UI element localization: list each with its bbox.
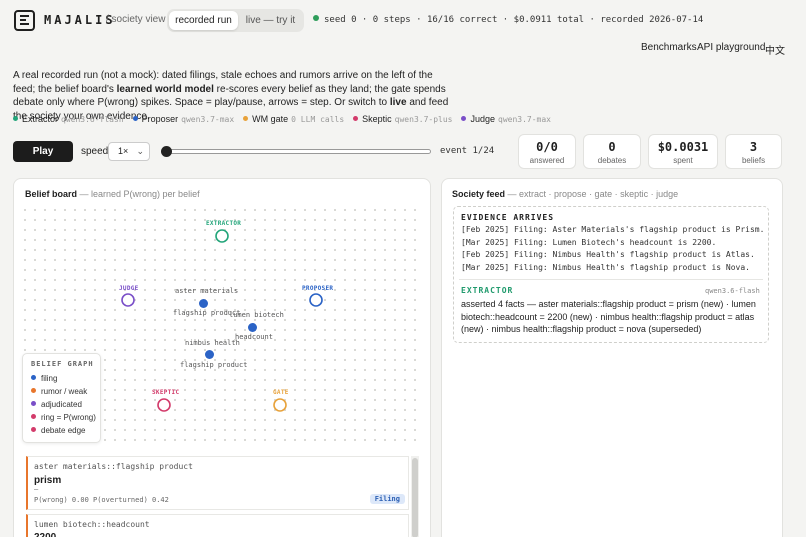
evidence-line: [Feb 2025] Filing: Nimbus Health's flags…	[461, 250, 755, 259]
scrollbar-thumb[interactable]	[412, 458, 418, 537]
extractor-node-label: EXTRACTOR	[206, 220, 242, 227]
evidence-heading: EVIDENCE ARRIVES	[461, 213, 555, 222]
belief-card[interactable]: lumen biotech::headcount 2200	[26, 514, 409, 537]
judge-node[interactable]	[121, 293, 135, 307]
legend-item: filing	[31, 372, 100, 385]
society-feed-title: Society feed — extract · propose · gate …	[452, 189, 678, 199]
legend-dot-icon	[31, 388, 36, 393]
belief-value: 2200	[34, 532, 56, 537]
legend-item: adjudicated	[31, 398, 100, 411]
legend-item: debate edge	[31, 424, 100, 437]
source-badge: Filing	[369, 494, 405, 504]
fact-node[interactable]	[205, 350, 214, 359]
gate-node[interactable]	[273, 398, 287, 412]
fact-entity-label: nimbus health	[185, 339, 240, 347]
legend-label: ring = P(wrong)	[41, 413, 96, 422]
proposer-node-label: PROPOSER	[302, 285, 334, 292]
skeptic-node-label: SKEPTIC	[152, 389, 180, 396]
legend-dot-icon	[31, 427, 36, 432]
belief-key: aster materials::flagship product	[34, 462, 193, 471]
panel-subtitle: — extract · propose · gate · skeptic · j…	[505, 189, 679, 199]
feed-agent-name: EXTRACTOR	[461, 286, 514, 295]
legend-items: filing rumor / weak adjudicated ring = P(wr…	[31, 372, 100, 437]
legend-dot-icon	[31, 375, 36, 380]
legend-item: rumor / weak	[31, 385, 100, 398]
skeptic-node[interactable]	[157, 398, 171, 412]
feed-agent-model: qwen3.6-flash	[705, 287, 760, 295]
evidence-line: [Mar 2025] Filing: Nimbus Health's flags…	[461, 262, 750, 272]
evidence-line: [Mar 2025] Filing: Lumen Biotech's headc…	[461, 237, 717, 247]
belief-card[interactable]: aster materials::flagship product prism …	[26, 456, 409, 510]
fact-entity-label: lumen biotech	[229, 311, 284, 319]
fact-entity-label: aster materials	[175, 287, 239, 295]
legend-dot-icon	[31, 401, 36, 406]
legend-label: filing	[41, 374, 58, 383]
fact-node[interactable]	[248, 323, 257, 332]
belief-graph-legend: BELIEF GRAPH filing rumor / weak adjudicat…	[22, 353, 101, 443]
panel-title-main: Society feed	[452, 189, 506, 199]
belief-key: lumen biotech::headcount	[34, 520, 150, 529]
feed-agent-message: asserted 4 facts — aster materials::flag…	[461, 299, 756, 334]
legend-item: ring = P(wrong)	[31, 411, 100, 424]
judge-node-label: JUDGE	[119, 285, 139, 292]
evidence-line: [Feb 2025] Filing: Aster Materials's fla…	[461, 225, 765, 234]
belief-list-scrollbar[interactable]	[411, 456, 419, 537]
legend-title: BELIEF GRAPH	[31, 360, 94, 368]
feed-divider	[459, 279, 763, 280]
legend-dot-icon	[31, 414, 36, 419]
gate-node-label: GATE	[273, 389, 289, 396]
belief-dash: —	[34, 485, 39, 493]
fact-attr-label: headcount	[235, 333, 273, 341]
legend-label: debate edge	[41, 426, 86, 435]
fact-attr-label: flagship product	[180, 361, 248, 369]
belief-probabilities: P(wrong) 0.00 P(overturned) 0.42	[34, 496, 169, 504]
proposer-node[interactable]	[309, 293, 323, 307]
legend-label: adjudicated	[41, 400, 82, 409]
evidence-list: [Feb 2025] Filing: Aster Materials's fla…	[461, 224, 764, 274]
extractor-node[interactable]	[215, 229, 229, 243]
fact-node[interactable]	[199, 299, 208, 308]
legend-label: rumor / weak	[41, 387, 88, 396]
